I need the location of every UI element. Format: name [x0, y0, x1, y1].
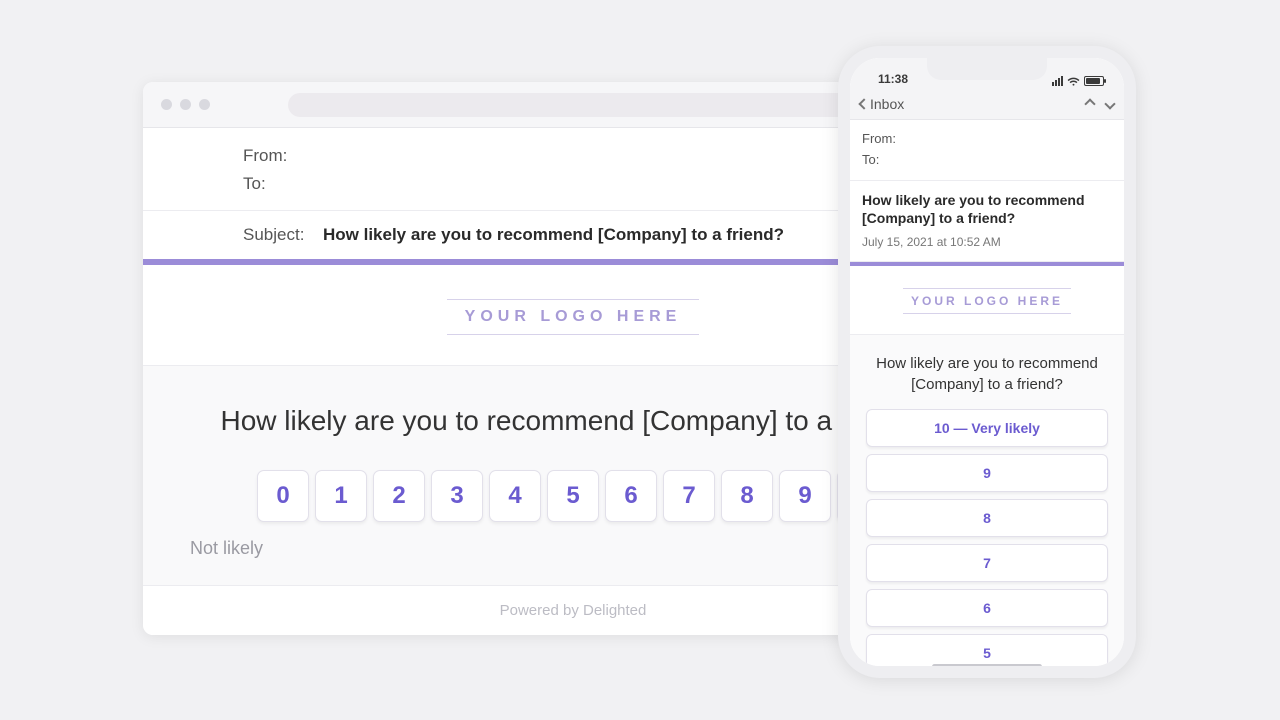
nps-button-6[interactable]: 6	[605, 470, 657, 522]
chevron-down-icon[interactable]	[1104, 98, 1115, 109]
signal-icon	[1052, 76, 1063, 86]
chevron-left-icon	[858, 98, 869, 109]
phone-received-date: July 15, 2021 at 10:52 AM	[862, 235, 1112, 249]
nps-button-2[interactable]: 2	[373, 470, 425, 522]
back-label: Inbox	[870, 96, 904, 112]
low-anchor: Not likely	[190, 538, 263, 559]
powered-by: Powered by Delighted	[500, 602, 647, 619]
wifi-icon	[1067, 76, 1080, 86]
mobile-email-preview: 11:38 Inbox From: To: How	[838, 46, 1136, 678]
from-label: From:	[243, 146, 323, 166]
subject-text: How likely are you to recommend [Company…	[323, 225, 784, 245]
logo-placeholder: YOUR LOGO HERE	[447, 299, 700, 335]
to-label: To:	[243, 174, 323, 194]
traffic-light-close-icon	[161, 99, 172, 110]
phone-nps-button-10[interactable]: 10 — Very likely	[866, 409, 1108, 447]
phone-nps-list: 10 — Very likely 9 8 7 6 5	[864, 409, 1110, 672]
phone-survey-question: How likely are you to recommend [Company…	[864, 353, 1110, 395]
phone-nps-button-7[interactable]: 7	[866, 544, 1108, 582]
battery-icon	[1084, 76, 1104, 86]
phone-survey-area: How likely are you to recommend [Company…	[850, 335, 1124, 675]
phone-subject-block: How likely are you to recommend [Company…	[850, 181, 1124, 262]
mail-nav-bar: Inbox	[850, 88, 1124, 120]
phone-nps-button-5[interactable]: 5	[866, 634, 1108, 672]
phone-logo-placeholder: YOUR LOGO HERE	[903, 288, 1071, 314]
home-indicator	[932, 664, 1042, 669]
traffic-light-zoom-icon	[199, 99, 210, 110]
status-time: 11:38	[878, 72, 908, 86]
phone-email-header: From: To:	[850, 120, 1124, 181]
subject-label: Subject:	[243, 225, 323, 245]
nps-button-7[interactable]: 7	[663, 470, 715, 522]
nps-button-1[interactable]: 1	[315, 470, 367, 522]
chevron-up-icon[interactable]	[1084, 98, 1095, 109]
nps-button-9[interactable]: 9	[779, 470, 831, 522]
phone-from-label: From:	[862, 128, 1112, 149]
phone-to-label: To:	[862, 149, 1112, 170]
back-to-inbox-button[interactable]: Inbox	[860, 96, 904, 112]
phone-nps-button-8[interactable]: 8	[866, 499, 1108, 537]
traffic-light-minimize-icon	[180, 99, 191, 110]
nps-button-3[interactable]: 3	[431, 470, 483, 522]
phone-notch	[927, 58, 1047, 80]
nps-button-8[interactable]: 8	[721, 470, 773, 522]
phone-nps-button-6[interactable]: 6	[866, 589, 1108, 627]
phone-logo-area: YOUR LOGO HERE	[850, 266, 1124, 335]
nps-button-0[interactable]: 0	[257, 470, 309, 522]
nps-button-4[interactable]: 4	[489, 470, 541, 522]
nps-button-5[interactable]: 5	[547, 470, 599, 522]
phone-nps-button-9[interactable]: 9	[866, 454, 1108, 492]
phone-subject-text: How likely are you to recommend [Company…	[862, 191, 1112, 227]
